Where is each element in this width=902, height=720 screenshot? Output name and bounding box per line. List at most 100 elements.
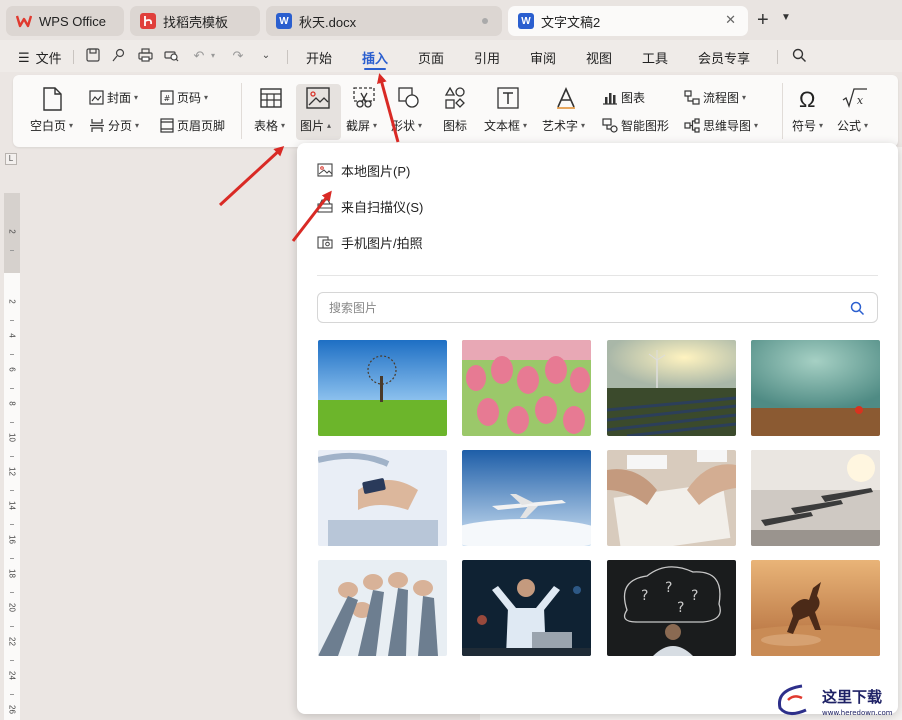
save-icon[interactable] (85, 48, 101, 64)
close-icon[interactable]: ✕ (725, 12, 736, 28)
shape-button[interactable]: 形状 ▾ (391, 117, 422, 134)
scanner-option[interactable]: 来自扫描仪(S) (317, 196, 423, 216)
flowchart-button[interactable]: 流程图 ▾ (684, 89, 746, 106)
menu-tools[interactable]: 工具 (642, 48, 668, 67)
blank-page-button[interactable]: 空白页 ▾ (30, 117, 73, 134)
ruler-number: 16 (7, 535, 17, 544)
symbol-button[interactable]: 符号 ▾ (792, 117, 823, 134)
menu-member[interactable]: 会员专享 (698, 48, 750, 67)
table-icon (260, 87, 282, 109)
page-break-button[interactable]: 分页 ▾ (89, 117, 139, 134)
phone-picture-option[interactable]: 手机图片/拍照 (317, 232, 423, 252)
screenshot-button[interactable]: 截屏 ▾ (346, 117, 377, 134)
table-button[interactable]: 表格 ▾ (254, 117, 285, 134)
new-tab-icon[interactable]: + (757, 10, 769, 30)
search-icon[interactable] (791, 48, 807, 64)
ruler-tick (10, 558, 14, 559)
mindmap-button[interactable]: 思维导图 ▾ (684, 117, 758, 134)
svg-text:#: # (164, 94, 171, 103)
mindmap-label: 思维导图 (703, 119, 752, 133)
cover-button[interactable]: 封面 ▾ (89, 89, 138, 106)
screenshot-icon (353, 87, 375, 109)
ruler-number: 14 (7, 501, 17, 510)
search-icon[interactable] (850, 301, 865, 316)
redo-icon[interactable]: ↷ (230, 48, 246, 64)
picture-search-input[interactable] (329, 298, 829, 318)
print-preview-icon[interactable] (163, 48, 179, 64)
textbox-button[interactable]: 文本框 ▾ (484, 117, 527, 134)
menu-home[interactable]: 开始 (306, 48, 332, 67)
chevron-down-icon[interactable]: ▼ (781, 12, 791, 23)
tab-label: 找稻壳模板 (163, 14, 229, 30)
phone-photo-icon (317, 236, 333, 249)
picture-menu-trigger[interactable]: 图片 ▴ (300, 117, 331, 134)
thumbnail-pink-tulips[interactable] (462, 340, 591, 436)
thumbnail-raised-fists-team[interactable] (318, 560, 447, 656)
svg-text:?: ? (641, 588, 648, 604)
ruler-number: 6 (7, 367, 17, 372)
divider (241, 83, 242, 139)
page-number-label: 页码 (177, 91, 202, 105)
menu-references[interactable]: 引用 (474, 48, 500, 67)
thumbnail-businessman-celebrating[interactable] (462, 560, 591, 656)
local-picture-option[interactable]: 本地图片(P) (317, 160, 410, 180)
tab-wps-office[interactable]: WPS Office (6, 6, 124, 36)
chart-button[interactable]: 图表 (602, 89, 645, 106)
ruler-tick (10, 320, 14, 321)
thumbnail-airplane-sky[interactable] (462, 450, 591, 546)
chevron-down-icon: ▾ (69, 121, 74, 130)
smartart-button[interactable]: 智能图形 (602, 117, 669, 134)
thumbnail-solar-farm-sunset[interactable] (607, 340, 736, 436)
picture-icon (306, 87, 330, 109)
page-number-button[interactable]: # 页码 ▾ (160, 89, 208, 106)
thumbnail-signing-document[interactable] (607, 450, 736, 546)
wordart-button[interactable]: 艺术字 ▾ (542, 117, 585, 134)
thumbnail-question-marks-chalkboard[interactable]: ???? (607, 560, 736, 656)
formula-button[interactable]: 公式 ▾ (837, 117, 868, 134)
file-menu[interactable]: ☰ 文件 (18, 48, 62, 67)
menu-bar: ☰ 文件 ↶ ▾ ↷ ⌄ 开始 插入 页面 引用 审阅 视图 工具 会员专享 (0, 40, 902, 72)
ruler-tick (10, 250, 14, 251)
screenshot-label: 截屏 (346, 119, 371, 133)
vertical-ruler: 2 2 4 6 8 10 12 14 16 18 20 22 24 26 (4, 193, 20, 720)
svg-text:?: ? (665, 580, 672, 596)
ruler-number: 26 (7, 705, 17, 714)
menu-page[interactable]: 页面 (418, 48, 444, 67)
thumbnail-lone-tree-field[interactable] (318, 340, 447, 436)
chevron-down-icon[interactable]: ▾ (205, 48, 221, 64)
textbox-icon (497, 87, 519, 109)
ruler-tick (10, 660, 14, 661)
blank-page-icon (41, 87, 63, 111)
chevron-down-icon[interactable]: ⌄ (258, 48, 274, 64)
thumbnail-horse-running-desert[interactable] (751, 560, 880, 656)
ruler-number: 24 (7, 671, 17, 680)
menu-insert[interactable]: 插入 (362, 48, 388, 70)
menu-review[interactable]: 审阅 (530, 48, 556, 67)
ruler-number: 2 (7, 229, 17, 234)
tab-stop-selector[interactable]: L (5, 153, 17, 165)
phone-picture-label: 手机图片/拍照 (341, 235, 423, 251)
flowchart-icon (684, 90, 700, 105)
tab-docer-templates[interactable]: 找稻壳模板 (130, 6, 260, 36)
tab-document-2[interactable]: W 文字文稿2 ✕ (508, 6, 748, 36)
chevron-down-icon: ▾ (742, 93, 747, 102)
tab-autumn-docx[interactable]: W 秋天.docx (266, 6, 502, 36)
page-break-label: 分页 (108, 119, 133, 133)
thumbnail-gym-treadmills[interactable] (751, 450, 880, 546)
ruler-tick (10, 490, 14, 491)
formula-label: 公式 (837, 119, 862, 133)
icon-button[interactable]: 图标 (443, 117, 467, 134)
print-icon[interactable] (137, 48, 153, 64)
hamburger-icon: ☰ (18, 49, 30, 65)
smartart-icon (602, 118, 618, 133)
menu-view[interactable]: 视图 (586, 48, 612, 67)
thumbnail-hands-phone-laptop[interactable] (318, 450, 447, 546)
picture-icon (317, 163, 333, 177)
output-icon[interactable] (111, 48, 127, 64)
textbox-label: 文本框 (484, 119, 521, 133)
header-footer-button[interactable]: 页眉页脚 (160, 117, 225, 134)
thumbnail-teal-wall-apple[interactable] (751, 340, 880, 436)
unsaved-dot-icon (482, 18, 488, 24)
ruler-number: 18 (7, 569, 17, 578)
site-watermark: 这里下载 www.heredown.com (772, 680, 900, 720)
